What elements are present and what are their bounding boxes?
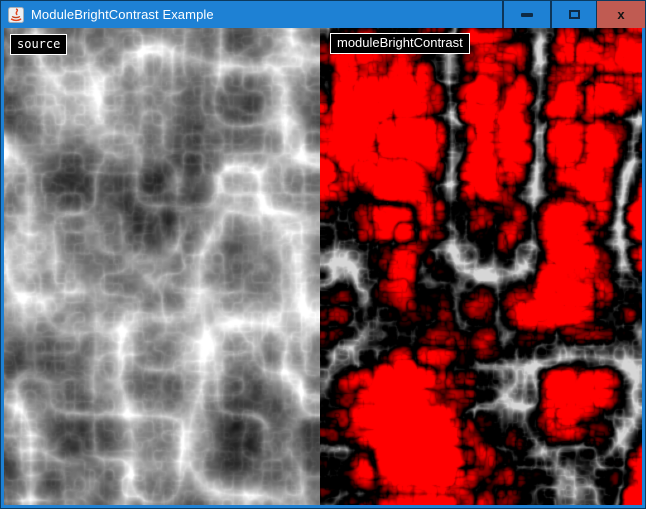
panel-label-source: source [10, 34, 67, 55]
window-title: ModuleBrightContrast Example [31, 7, 214, 22]
maximize-icon [569, 10, 580, 19]
minimize-icon [521, 13, 533, 17]
panel-source: source [4, 28, 320, 505]
close-icon: x [617, 7, 624, 22]
maximize-button[interactable] [550, 1, 596, 28]
window-controls: x [502, 1, 645, 28]
source-noise-image [4, 28, 320, 505]
titlebar[interactable]: ModuleBrightContrast Example x [1, 1, 645, 28]
result-noise-image [320, 28, 642, 505]
close-button[interactable]: x [596, 1, 645, 28]
panel-result: moduleBrightContrast [320, 28, 642, 505]
java-icon [8, 7, 24, 23]
content-area: source moduleBrightContrast [4, 28, 642, 505]
minimize-button[interactable] [502, 1, 550, 28]
panel-label-result: moduleBrightContrast [330, 33, 470, 54]
window-frame: ModuleBrightContrast Example x source mo… [0, 0, 646, 509]
